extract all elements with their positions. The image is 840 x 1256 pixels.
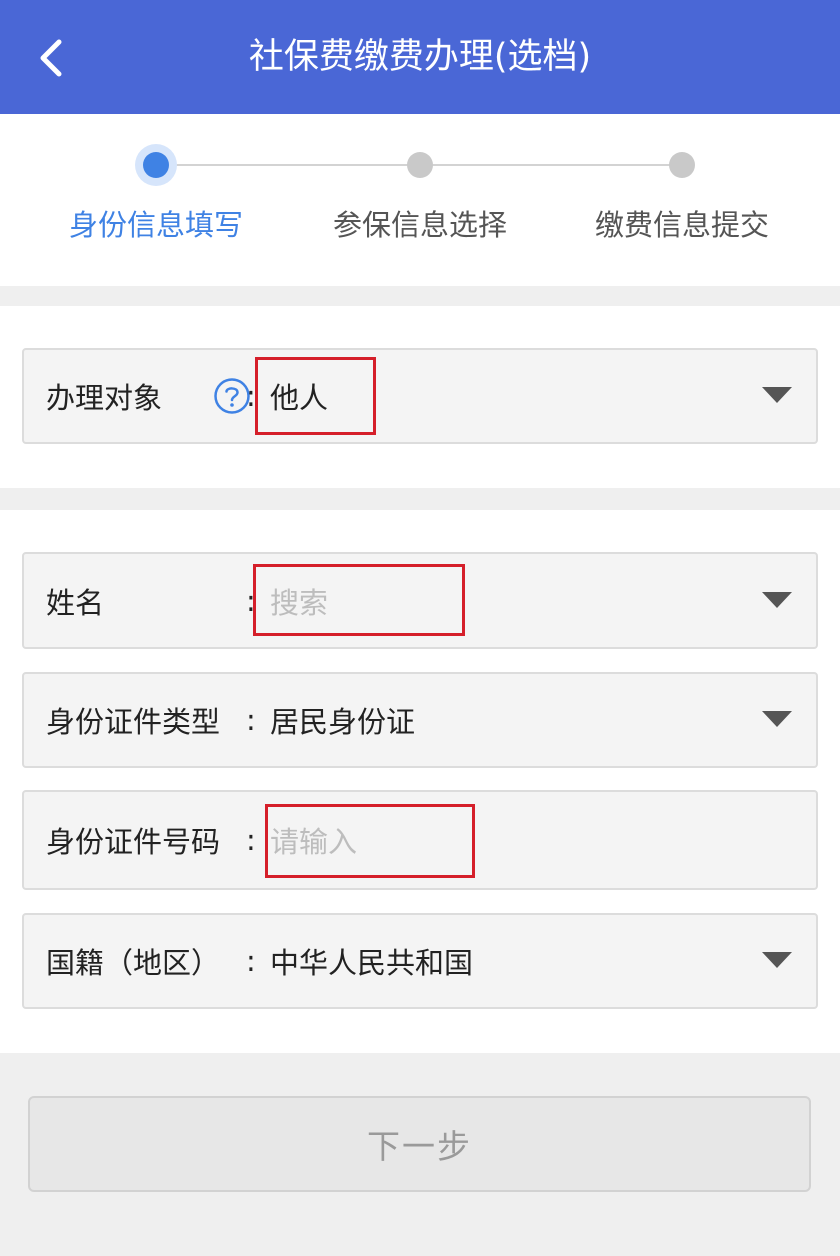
subject-value: 他人 — [270, 381, 329, 415]
name-select[interactable]: 姓名 : 搜索 — [22, 552, 818, 649]
nationality-colon: : — [246, 944, 256, 978]
step-connector — [156, 164, 420, 166]
nationality-label: 国籍（地区） — [46, 946, 221, 980]
subject-colon: : — [246, 379, 256, 413]
id-number-colon: : — [246, 823, 256, 857]
step-dot — [407, 152, 433, 178]
caret-down-icon — [762, 591, 792, 608]
next-step-button[interactable]: 下一步 — [28, 1096, 811, 1192]
name-search-input[interactable]: 搜索 — [270, 554, 328, 647]
id-number-label: 身份证件号码 — [46, 825, 221, 859]
id-type-colon: : — [246, 703, 256, 737]
id-number-field[interactable]: 身份证件号码 : 请输入 — [22, 790, 818, 890]
page-title: 社保费缴费办理(选档) — [248, 37, 592, 77]
caret-down-icon — [762, 387, 792, 403]
subject-label: 办理对象 — [46, 381, 163, 415]
step-connector — [420, 164, 682, 166]
nationality-select[interactable]: 国籍（地区） : 中华人民共和国 — [22, 913, 818, 1009]
caret-down-icon — [762, 711, 792, 727]
id-number-input[interactable]: 请输入 — [270, 792, 357, 888]
step-label-identity: 身份信息填写 — [68, 208, 243, 242]
id-type-select[interactable]: 身份证件类型 : 居民身份证 — [22, 672, 818, 768]
progress-steps: 身份信息填写 参保信息选择 缴费信息提交 — [0, 114, 840, 286]
step-label-insurance: 参保信息选择 — [332, 208, 507, 242]
name-colon: : — [246, 583, 256, 618]
subject-select[interactable]: 办理对象 : 他人 — [22, 348, 818, 444]
id-type-label: 身份证件类型 — [46, 705, 221, 739]
step-dot-active — [143, 152, 169, 178]
person-info-section: 姓名 : 搜索 身份证件类型 : 居民身份证 身份证件号码 : 请输入 国籍（地… — [0, 510, 840, 1053]
id-type-value: 居民身份证 — [270, 705, 416, 739]
app-header: 社保费缴费办理(选档) — [0, 0, 840, 114]
caret-down-icon — [762, 952, 792, 968]
name-label: 姓名 — [46, 585, 105, 620]
step-dot — [669, 152, 695, 178]
step-label-payment: 缴费信息提交 — [594, 208, 769, 242]
nationality-value: 中华人民共和国 — [270, 946, 474, 980]
subject-section: 办理对象 : 他人 — [0, 306, 840, 488]
